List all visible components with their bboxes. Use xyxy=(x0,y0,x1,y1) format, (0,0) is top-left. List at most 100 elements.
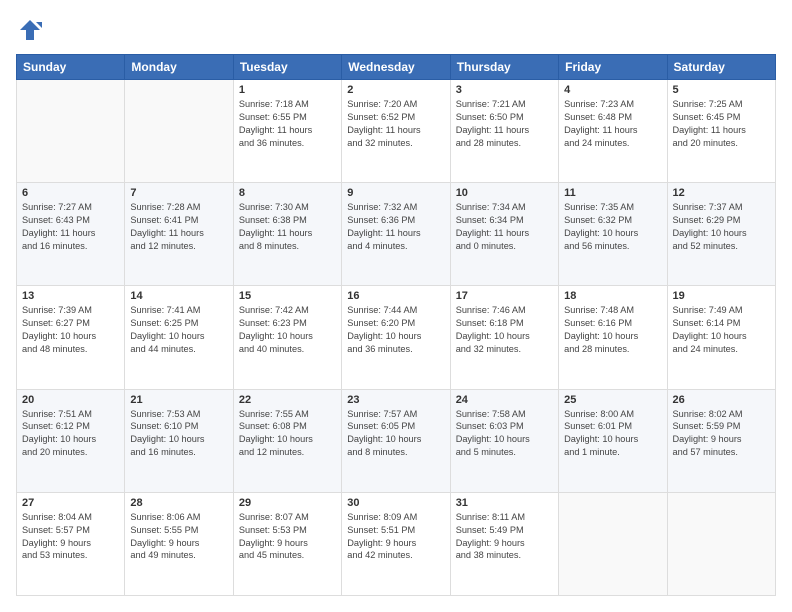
day-info: Sunrise: 8:09 AM Sunset: 5:51 PM Dayligh… xyxy=(347,511,444,563)
day-cell: 18Sunrise: 7:48 AM Sunset: 6:16 PM Dayli… xyxy=(559,286,667,389)
day-info: Sunrise: 8:04 AM Sunset: 5:57 PM Dayligh… xyxy=(22,511,119,563)
day-number: 14 xyxy=(130,290,227,302)
day-cell: 11Sunrise: 7:35 AM Sunset: 6:32 PM Dayli… xyxy=(559,183,667,286)
day-number: 24 xyxy=(456,394,553,406)
day-cell: 23 Sunrise: 7:57 AM Sunset: 6:05 PM Dayli… xyxy=(342,389,450,492)
day-info: Sunrise: 7:51 AM Sunset: 6:12 PM Dayligh… xyxy=(22,408,119,460)
week-row-1: 1 Sunrise: 7:18 AM Sunset: 6:55 PM Daylig… xyxy=(17,80,776,183)
day-header-saturday: Saturday xyxy=(667,55,775,80)
day-info: Sunrise: 7:20 AM Sunset: 6:52 PM Dayligh… xyxy=(347,98,444,150)
day-cell: 25 Sunrise: 8:00 AM Sunset: 6:01 PM Dayli… xyxy=(559,389,667,492)
day-number: 13 xyxy=(22,290,119,302)
day-info: Sunrise: 7:42 AM Sunset: 6:23 PM Dayligh… xyxy=(239,304,336,356)
day-number: 18 xyxy=(564,290,661,302)
day-cell: 12 Sunrise: 7:37 AM Sunset: 6:29 PM Dayli… xyxy=(667,183,775,286)
day-info: Sunrise: 7:21 AM Sunset: 6:50 PM Dayligh… xyxy=(456,98,553,150)
day-cell: 20 Sunrise: 7:51 AM Sunset: 6:12 PM Dayli… xyxy=(17,389,125,492)
day-cell: 7 Sunrise: 7:28 AM Sunset: 6:41 PM Daylig… xyxy=(125,183,233,286)
day-number: 12 xyxy=(673,187,770,199)
day-header-tuesday: Tuesday xyxy=(233,55,341,80)
day-number: 23 xyxy=(347,394,444,406)
day-cell: 29 Sunrise: 8:07 AM Sunset: 5:53 PM Dayli… xyxy=(233,492,341,595)
day-number: 4 xyxy=(564,84,661,96)
day-info: Sunrise: 7:53 AM Sunset: 6:10 PM Dayligh… xyxy=(130,408,227,460)
day-number: 29 xyxy=(239,497,336,509)
header xyxy=(16,16,776,44)
day-cell: 3 Sunrise: 7:21 AM Sunset: 6:50 PM Daylig… xyxy=(450,80,558,183)
day-cell: 24 Sunrise: 7:58 AM Sunset: 6:03 PM Dayli… xyxy=(450,389,558,492)
day-cell: 13 Sunrise: 7:39 AM Sunset: 6:27 PM Dayli… xyxy=(17,286,125,389)
page: SundayMondayTuesdayWednesdayThursdayFrid… xyxy=(0,0,792,612)
day-number: 11 xyxy=(564,187,661,199)
day-cell: 6Sunrise: 7:27 AM Sunset: 6:43 PM Daylig… xyxy=(17,183,125,286)
day-number: 10 xyxy=(456,187,553,199)
day-number: 1 xyxy=(239,84,336,96)
day-info: Sunrise: 7:18 AM Sunset: 6:55 PM Dayligh… xyxy=(239,98,336,150)
day-info: Sunrise: 7:44 AM Sunset: 6:20 PM Dayligh… xyxy=(347,304,444,356)
day-cell: 4Sunrise: 7:23 AM Sunset: 6:48 PM Daylig… xyxy=(559,80,667,183)
calendar-table: SundayMondayTuesdayWednesdayThursdayFrid… xyxy=(16,54,776,596)
day-number: 21 xyxy=(130,394,227,406)
day-info: Sunrise: 8:02 AM Sunset: 5:59 PM Dayligh… xyxy=(673,408,770,460)
day-cell: 15 Sunrise: 7:42 AM Sunset: 6:23 PM Dayli… xyxy=(233,286,341,389)
day-cell: 30Sunrise: 8:09 AM Sunset: 5:51 PM Dayli… xyxy=(342,492,450,595)
day-info: Sunrise: 8:07 AM Sunset: 5:53 PM Dayligh… xyxy=(239,511,336,563)
day-info: Sunrise: 7:57 AM Sunset: 6:05 PM Dayligh… xyxy=(347,408,444,460)
day-cell: 31 Sunrise: 8:11 AM Sunset: 5:49 PM Dayli… xyxy=(450,492,558,595)
day-number: 26 xyxy=(673,394,770,406)
day-number: 19 xyxy=(673,290,770,302)
day-cell: 9Sunrise: 7:32 AM Sunset: 6:36 PM Daylig… xyxy=(342,183,450,286)
day-number: 16 xyxy=(347,290,444,302)
day-header-thursday: Thursday xyxy=(450,55,558,80)
day-info: Sunrise: 7:25 AM Sunset: 6:45 PM Dayligh… xyxy=(673,98,770,150)
day-cell: 22Sunrise: 7:55 AM Sunset: 6:08 PM Dayli… xyxy=(233,389,341,492)
day-number: 7 xyxy=(130,187,227,199)
day-info: Sunrise: 8:06 AM Sunset: 5:55 PM Dayligh… xyxy=(130,511,227,563)
week-row-5: 27 Sunrise: 8:04 AM Sunset: 5:57 PM Dayli… xyxy=(17,492,776,595)
day-cell xyxy=(667,492,775,595)
day-cell xyxy=(559,492,667,595)
day-cell: 2 Sunrise: 7:20 AM Sunset: 6:52 PM Daylig… xyxy=(342,80,450,183)
day-number: 27 xyxy=(22,497,119,509)
day-number: 22 xyxy=(239,394,336,406)
day-info: Sunrise: 7:49 AM Sunset: 6:14 PM Dayligh… xyxy=(673,304,770,356)
day-number: 17 xyxy=(456,290,553,302)
day-info: Sunrise: 7:28 AM Sunset: 6:41 PM Dayligh… xyxy=(130,201,227,253)
day-number: 31 xyxy=(456,497,553,509)
day-cell: 16 Sunrise: 7:44 AM Sunset: 6:20 PM Dayli… xyxy=(342,286,450,389)
day-cell: 28 Sunrise: 8:06 AM Sunset: 5:55 PM Dayli… xyxy=(125,492,233,595)
week-row-2: 6Sunrise: 7:27 AM Sunset: 6:43 PM Daylig… xyxy=(17,183,776,286)
day-info: Sunrise: 7:37 AM Sunset: 6:29 PM Dayligh… xyxy=(673,201,770,253)
calendar: SundayMondayTuesdayWednesdayThursdayFrid… xyxy=(16,54,776,596)
day-info: Sunrise: 8:00 AM Sunset: 6:01 PM Dayligh… xyxy=(564,408,661,460)
day-number: 2 xyxy=(347,84,444,96)
day-cell xyxy=(125,80,233,183)
day-number: 28 xyxy=(130,497,227,509)
day-number: 3 xyxy=(456,84,553,96)
day-number: 8 xyxy=(239,187,336,199)
day-cell: 1 Sunrise: 7:18 AM Sunset: 6:55 PM Daylig… xyxy=(233,80,341,183)
day-info: Sunrise: 7:58 AM Sunset: 6:03 PM Dayligh… xyxy=(456,408,553,460)
week-row-3: 13 Sunrise: 7:39 AM Sunset: 6:27 PM Dayli… xyxy=(17,286,776,389)
day-number: 25 xyxy=(564,394,661,406)
week-row-4: 20 Sunrise: 7:51 AM Sunset: 6:12 PM Dayli… xyxy=(17,389,776,492)
logo-icon xyxy=(16,16,44,44)
day-header-monday: Monday xyxy=(125,55,233,80)
day-cell: 19 Sunrise: 7:49 AM Sunset: 6:14 PM Dayli… xyxy=(667,286,775,389)
day-info: Sunrise: 8:11 AM Sunset: 5:49 PM Dayligh… xyxy=(456,511,553,563)
day-info: Sunrise: 7:46 AM Sunset: 6:18 PM Dayligh… xyxy=(456,304,553,356)
day-number: 15 xyxy=(239,290,336,302)
logo xyxy=(16,16,48,44)
day-cell: 26 Sunrise: 8:02 AM Sunset: 5:59 PM Dayli… xyxy=(667,389,775,492)
day-cell: 27 Sunrise: 8:04 AM Sunset: 5:57 PM Dayli… xyxy=(17,492,125,595)
day-cell: 8Sunrise: 7:30 AM Sunset: 6:38 PM Daylig… xyxy=(233,183,341,286)
day-info: Sunrise: 7:39 AM Sunset: 6:27 PM Dayligh… xyxy=(22,304,119,356)
day-info: Sunrise: 7:41 AM Sunset: 6:25 PM Dayligh… xyxy=(130,304,227,356)
day-header-wednesday: Wednesday xyxy=(342,55,450,80)
day-number: 9 xyxy=(347,187,444,199)
day-header-friday: Friday xyxy=(559,55,667,80)
day-number: 20 xyxy=(22,394,119,406)
day-header-sunday: Sunday xyxy=(17,55,125,80)
day-cell: 17 Sunrise: 7:46 AM Sunset: 6:18 PM Dayli… xyxy=(450,286,558,389)
day-info: Sunrise: 7:34 AM Sunset: 6:34 PM Dayligh… xyxy=(456,201,553,253)
